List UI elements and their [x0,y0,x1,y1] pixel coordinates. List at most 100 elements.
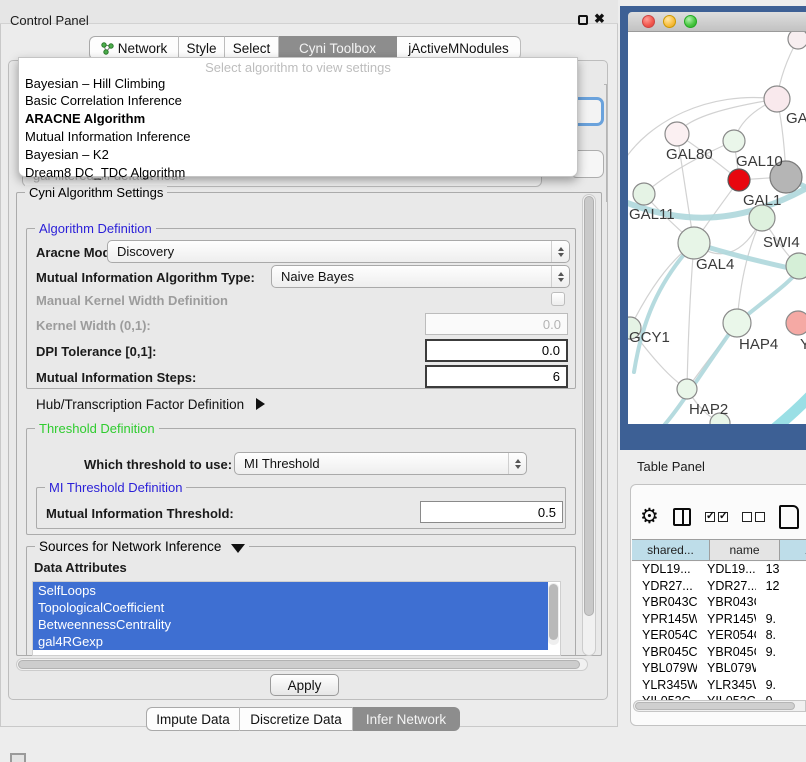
table-header-row: shared...nameA [632,539,806,561]
network-edge [687,243,694,389]
which-threshold-combo[interactable]: MI Threshold [234,452,527,475]
tab-select-label: Select [233,41,271,56]
tab-impute-data[interactable]: Impute Data [146,707,240,731]
node-partial-top[interactable] [788,32,806,49]
tab-discretize-data[interactable]: Discretize Data [240,707,353,731]
sources-title-row[interactable]: Sources for Network Inference [35,539,249,554]
mi-threshold-title: MI Threshold Definition [45,480,186,495]
node-pink-left[interactable] [665,122,689,146]
algorithm-option-aracne[interactable]: ARACNE Algorithm [19,111,577,129]
network-edge [677,99,777,134]
column-selector-icon[interactable] [673,508,691,526]
tab-cyni-toolbox-label: Cyni Toolbox [299,41,376,56]
table-cell: 9. [756,612,806,629]
node-green-right[interactable] [786,253,806,279]
settings-horizontal-scrollbar-thumb[interactable] [18,660,580,669]
table-row[interactable]: YLR345WYLR345W9. [632,678,806,695]
hub-definition-toggle[interactable]: Hub/Transcription Factor Definition [36,397,265,412]
table-horizontal-scrollbar-thumb[interactable] [635,702,795,710]
settings-vertical-scrollbar-thumb[interactable] [584,196,594,616]
deselect-all-checkboxes-icon[interactable] [742,512,765,522]
collapsed-panel-handle[interactable] [10,753,26,762]
node-gal10[interactable] [723,130,745,152]
node-label: GCY1 [629,329,670,346]
node-gal11[interactable] [633,183,655,205]
combo-stepper-icon [508,453,526,474]
network-window-titlebar[interactable] [628,12,806,32]
attribute-item-topological[interactable]: TopologicalCoefficient [33,599,548,616]
table-column-header[interactable]: name [710,539,780,561]
node-label: GAL1 [743,192,781,209]
kernel-width-input[interactable] [425,313,568,335]
apply-button[interactable]: Apply [270,674,339,696]
algorithm-option-bayesian-hill[interactable]: Bayesian – Hill Climbing [19,75,577,93]
dpi-tolerance-input[interactable] [425,339,568,362]
node-pink-upper[interactable] [764,86,790,112]
dpi-tolerance-label: DPI Tolerance [0,1]: [36,344,156,359]
tab-infer-network[interactable]: Infer Network [353,707,460,731]
attribute-item-betweenness[interactable]: BetweennessCentrality [33,616,548,633]
node-salmon[interactable] [786,311,806,335]
manual-kernel-checkbox[interactable] [551,292,565,306]
table-cell: YDR27... [632,579,697,596]
close-panel-icon[interactable]: ✖ [594,11,605,27]
table-cell: YBR043C [697,595,756,612]
algorithm-option-mutual-info[interactable]: Mutual Information Inference [19,129,577,147]
table-cell: YBR043C [632,595,697,612]
node-gal4[interactable] [678,227,710,259]
data-attributes-list[interactable]: SelfLoops TopologicalCoefficient Between… [32,581,561,656]
network-view-canvas[interactable]: GALGAL80GAL10GAL1GAL11SWI4GAL4GCY1HAP4YH… [628,32,806,424]
aracne-mode-combo[interactable]: Discovery [107,240,570,263]
table-row[interactable]: YPR145WYPR145W9. [632,612,806,629]
table-row[interactable]: YER054CYER054C8. [632,628,806,645]
data-attributes-label: Data Attributes [34,560,127,575]
attributes-scrollbar-thumb[interactable] [549,584,558,640]
zoom-window-icon[interactable] [684,15,697,28]
which-threshold-label: Which threshold to use: [84,457,232,472]
node-hap2[interactable] [677,379,697,399]
float-panel-icon[interactable] [578,15,588,25]
table-cell: YLR345W [697,678,756,695]
network-graph[interactable]: GALGAL80GAL10GAL1GAL11SWI4GAL4GCY1HAP4YH… [628,32,806,424]
table-settings-gear-icon[interactable]: ⚙ [640,507,659,527]
table-cell: YBL079W [697,661,756,678]
mi-threshold-input[interactable] [420,501,563,523]
table-row[interactable]: YDR27...YDR27...12 [632,579,806,596]
node-label: GAL [786,110,806,127]
node-label: GAL10 [736,153,783,170]
mi-threshold-label: Mutual Information Threshold: [46,506,234,521]
node-red[interactable] [728,169,750,191]
network-edge-highlighted [768,390,806,424]
select-all-checkboxes-icon[interactable] [705,512,728,522]
attribute-item-selfloops[interactable]: SelfLoops [33,582,548,599]
table-cell: 9. [756,645,806,662]
table-column-header[interactable]: shared... [632,539,710,561]
algorithm-option-dream8[interactable]: Dream8 DC_TDC Algorithm [19,165,577,183]
table-cell: YDL19... [632,562,697,579]
control-panel-title: Control Panel [10,13,89,28]
table-cell [756,661,806,678]
algorithm-option-bayesian-k2[interactable]: Bayesian – K2 [19,147,577,165]
table-row[interactable]: YBR045CYBR045C9. [632,645,806,662]
tab-style-label: Style [186,41,216,56]
table-cell: YBL079W [632,661,697,678]
expand-right-icon [256,398,265,410]
network-icon [101,42,114,55]
network-edge-highlighted [634,243,694,372]
node-label: HAP4 [739,336,778,353]
mi-type-combo[interactable]: Naive Bayes [271,265,570,288]
table-row[interactable]: YBL079WYBL079W [632,661,806,678]
table-cell: YLR345W [632,678,697,695]
table-row[interactable]: YBR043CYBR043C [632,595,806,612]
close-window-icon[interactable] [642,15,655,28]
attribute-item-gal4rgexp[interactable]: gal4RGexp [33,633,548,650]
mi-steps-input[interactable] [425,365,568,388]
table-cell: 9. [756,678,806,695]
minimize-window-icon[interactable] [663,15,676,28]
node-hap4[interactable] [723,309,751,337]
tab-discretize-data-label: Discretize Data [250,712,342,727]
algorithm-option-basic-correlation[interactable]: Basic Correlation Inference [19,93,577,111]
table-column-header[interactable]: A [780,539,806,561]
table-row[interactable]: YDL19...YDL19...13 [632,562,806,579]
new-table-icon[interactable] [779,505,799,529]
